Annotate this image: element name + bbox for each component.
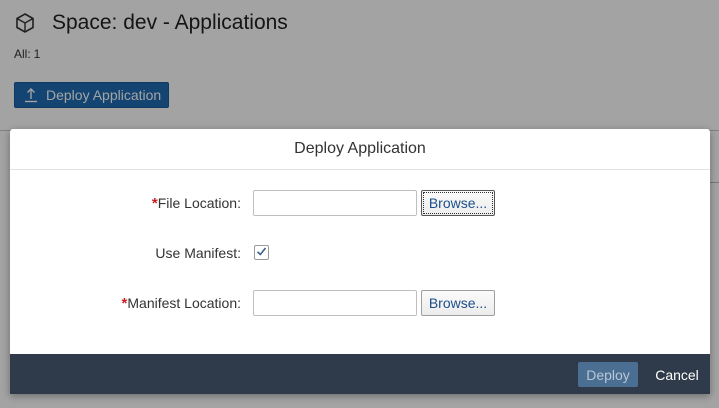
- file-location-browse-button[interactable]: Browse...: [421, 190, 495, 216]
- file-location-label-text: File Location:: [157, 195, 241, 211]
- manifest-location-input[interactable]: [253, 290, 417, 316]
- checkmark-icon: [256, 244, 267, 262]
- manifest-location-browse-button[interactable]: Browse...: [421, 290, 495, 316]
- manifest-location-row: *Manifest Location: Browse...: [10, 290, 710, 316]
- file-location-label: *File Location:: [152, 190, 241, 216]
- file-location-input[interactable]: [253, 190, 417, 216]
- dialog-title: Deploy Application: [10, 129, 710, 170]
- file-location-row: *File Location: Browse...: [10, 190, 710, 216]
- manifest-location-label-text: Manifest Location:: [127, 295, 241, 311]
- deploy-application-dialog: Deploy Application *File Location: Brows…: [10, 129, 710, 394]
- manifest-location-label: *Manifest Location:: [122, 290, 241, 316]
- deploy-button[interactable]: Deploy: [578, 362, 638, 387]
- use-manifest-checkbox[interactable]: [254, 245, 269, 260]
- cancel-button[interactable]: Cancel: [650, 362, 704, 387]
- dialog-footer: Deploy Cancel: [10, 354, 710, 394]
- use-manifest-row: Use Manifest:: [10, 240, 710, 266]
- use-manifest-label: Use Manifest:: [155, 245, 241, 261]
